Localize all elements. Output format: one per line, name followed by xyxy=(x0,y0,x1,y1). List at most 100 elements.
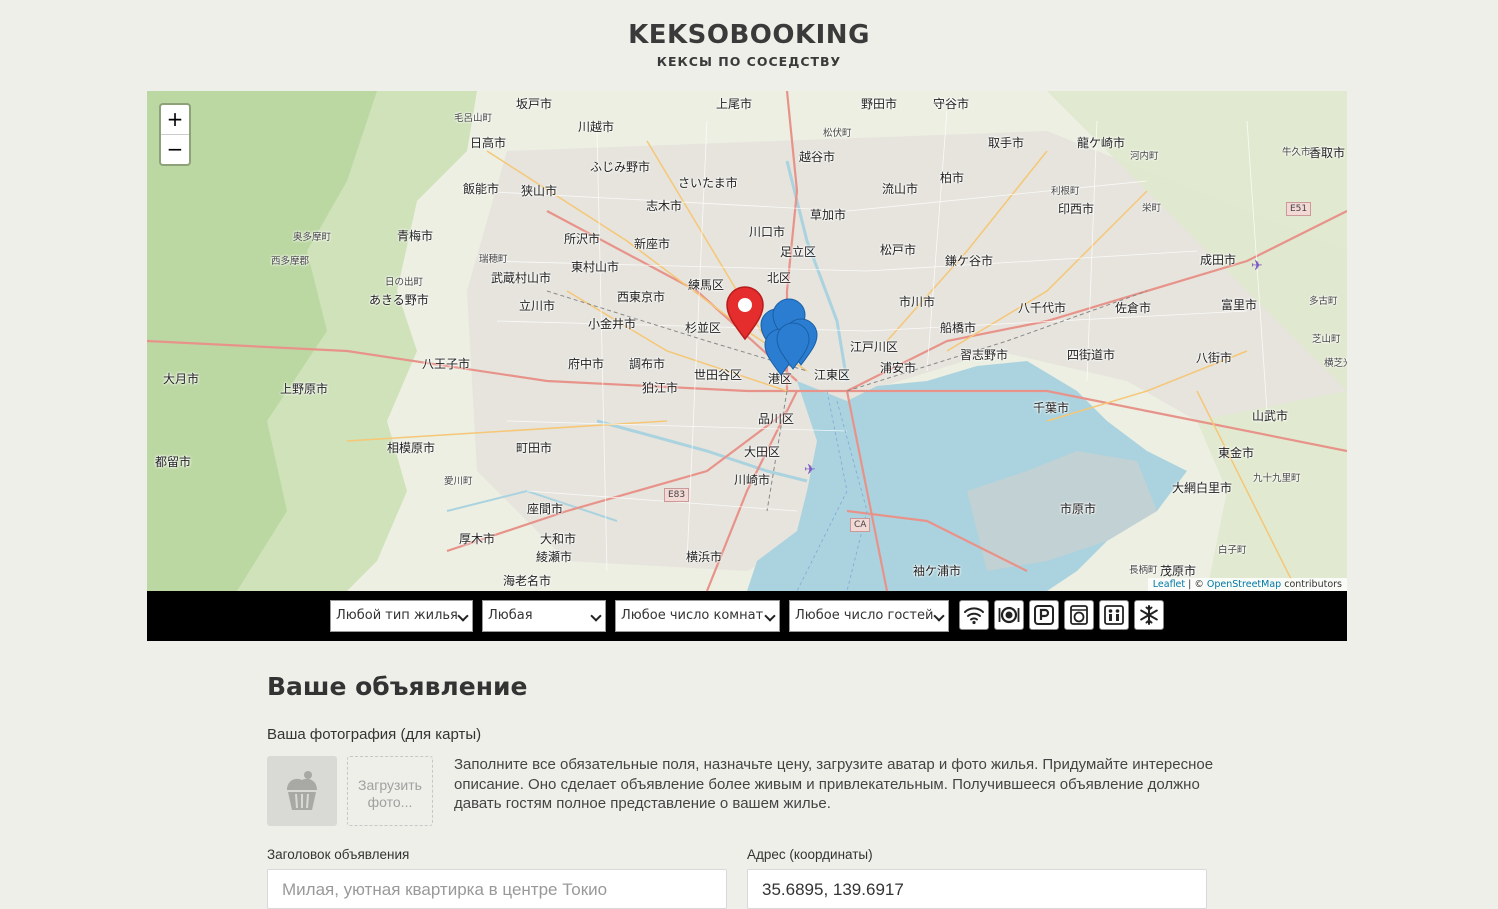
map-place-label: 松伏町 xyxy=(823,128,852,139)
map-place-label: 府中市 xyxy=(568,357,605,371)
map-place-label: 横芝光町 xyxy=(1324,358,1347,369)
map-place-label: 毛呂山町 xyxy=(454,113,493,124)
map-place-label: 足立区 xyxy=(780,245,817,259)
filter-conditioner[interactable] xyxy=(1134,600,1164,630)
map-place-label: 四街道市 xyxy=(1067,348,1116,362)
map-place-label: 北区 xyxy=(767,271,792,285)
map-place-label: 佐倉市 xyxy=(1115,301,1152,315)
map-place-label: 八王子市 xyxy=(422,357,471,371)
map-filters: Любой тип жилья Любая Любое число комнат… xyxy=(147,591,1347,641)
title-field-label: Заголовок объявления xyxy=(267,847,410,862)
map-place-label: 越谷市 xyxy=(799,150,836,164)
title-input[interactable]: Милая, уютная квартирка в центре Токио xyxy=(267,869,727,909)
map-place-label: 日の出町 xyxy=(385,277,424,288)
map-place-label: 狛江市 xyxy=(642,381,679,395)
map-place-label: 栄町 xyxy=(1142,203,1162,214)
avatar-preview xyxy=(267,756,337,826)
map-place-label: 柏市 xyxy=(940,171,965,185)
map-place-label: 浦安市 xyxy=(880,361,917,375)
attribution-sep: | © xyxy=(1185,579,1207,590)
map-place-label: 牛久市 xyxy=(1282,147,1311,158)
map-place-label: 成田市 xyxy=(1200,253,1237,267)
avatar-upload-button[interactable]: Загрузить фото... xyxy=(347,756,433,826)
map-place-label: 小金井市 xyxy=(588,317,637,331)
map-place-label: 長柄町 xyxy=(1129,565,1158,576)
site-tagline: КЕКСЫ ПО СОСЕДСТВУ xyxy=(656,54,842,69)
map-place-label: 座間市 xyxy=(527,502,564,516)
road-shield: E83 xyxy=(664,488,690,502)
chevron-down-icon xyxy=(457,610,469,622)
map-place-label: 九十九里町 xyxy=(1253,473,1301,484)
map-place-label: 厚木市 xyxy=(459,532,496,546)
filter-elevator[interactable] xyxy=(1099,600,1129,630)
road-shield: E51 xyxy=(1286,202,1312,216)
map-place-label: 杉並区 xyxy=(685,321,722,335)
map-place-label: 河内町 xyxy=(1130,151,1159,162)
map-place-label: 印西市 xyxy=(1058,202,1095,216)
filter-wifi[interactable] xyxy=(959,600,989,630)
map-place-label: 大月市 xyxy=(163,372,200,386)
airport-icon: ✈ xyxy=(1251,257,1263,273)
map-place-label: 大網白里市 xyxy=(1172,481,1233,495)
guests-value: Любое число гостей xyxy=(795,608,934,623)
chevron-down-icon xyxy=(933,610,945,622)
map-place-label: 奥多摩町 xyxy=(293,232,332,243)
map-place-label: 市川市 xyxy=(899,295,936,309)
map-place-label: 大和市 xyxy=(540,532,577,546)
zoom-out-button[interactable]: − xyxy=(161,135,189,164)
map-place-label: 日高市 xyxy=(470,136,507,150)
map-place-label: 相模原市 xyxy=(387,441,436,455)
map-place-label: 西東京市 xyxy=(617,290,666,304)
map[interactable]: 坂戸市 上尾市 野田市 守谷市 毛呂山町 川越市 松伏町 日高市 取手市 龍ケ崎市 ふじみ野市 越谷市… xyxy=(147,91,1347,591)
map-place-label: 練馬区 xyxy=(688,278,725,292)
washer-icon xyxy=(1070,605,1088,625)
filter-parking[interactable] xyxy=(1029,600,1059,630)
dishwasher-icon xyxy=(998,606,1020,624)
map-place-label: 所沢市 xyxy=(564,232,601,246)
map-place-label: 町田市 xyxy=(516,441,553,455)
price-select[interactable]: Любая xyxy=(482,600,606,632)
chevron-down-icon xyxy=(590,610,602,622)
map-place-label: 鎌ケ谷市 xyxy=(945,254,994,268)
filter-dishwasher[interactable] xyxy=(994,600,1024,630)
leaflet-link[interactable]: Leaflet xyxy=(1153,579,1185,590)
map-place-label: 白子町 xyxy=(1218,545,1247,556)
osm-link[interactable]: OpenStreetMap xyxy=(1207,579,1281,590)
map-place-label: 綾瀬市 xyxy=(536,550,573,564)
map-tiles xyxy=(147,91,1347,591)
map-place-label: 江東区 xyxy=(814,368,851,382)
price-value: Любая xyxy=(488,608,533,623)
map-place-label: 調布市 xyxy=(629,357,666,371)
map-place-label: 狭山市 xyxy=(521,184,558,198)
map-place-label: 八街市 xyxy=(1196,351,1233,365)
map-place-label: さいたま市 xyxy=(678,176,738,190)
map-place-label: 取手市 xyxy=(988,136,1025,150)
map-place-label: 坂戸市 xyxy=(516,97,553,111)
map-place-label: 船橋市 xyxy=(940,321,977,335)
map-place-label: あきる野市 xyxy=(369,293,429,307)
map-place-label: 川越市 xyxy=(578,120,615,134)
zoom-in-button[interactable]: + xyxy=(161,105,189,135)
form-hint: Заполните все обязательные поля, назначь… xyxy=(454,756,1214,812)
map-place-label: 愛川町 xyxy=(444,476,473,487)
housing-type-select[interactable]: Любой тип жилья xyxy=(330,600,473,632)
map-place-label: 袖ケ浦市 xyxy=(913,564,962,578)
map-place-label: 志木市 xyxy=(646,199,683,213)
parking-icon xyxy=(1034,605,1054,625)
guests-select[interactable]: Любое число гостей xyxy=(789,600,949,632)
map-place-label: 野田市 xyxy=(861,97,898,111)
map-place-label: 西多摩郡 xyxy=(271,256,310,267)
form-title: Ваше объявление xyxy=(267,672,528,701)
chevron-down-icon xyxy=(764,610,776,622)
conditioner-icon xyxy=(1140,605,1158,625)
filter-washer[interactable] xyxy=(1064,600,1094,630)
address-input[interactable]: 35.6895, 139.6917 xyxy=(747,869,1207,909)
map-place-label: 山武市 xyxy=(1252,409,1289,423)
map-place-label: 多古町 xyxy=(1309,296,1338,307)
offer-pins[interactable] xyxy=(759,295,819,380)
rooms-select[interactable]: Любое число комнат xyxy=(615,600,780,632)
map-place-label: 青梅市 xyxy=(397,229,434,243)
road-shield: CA xyxy=(850,518,871,532)
main-pin[interactable] xyxy=(725,286,765,341)
map-place-label: 市原市 xyxy=(1060,502,1097,516)
